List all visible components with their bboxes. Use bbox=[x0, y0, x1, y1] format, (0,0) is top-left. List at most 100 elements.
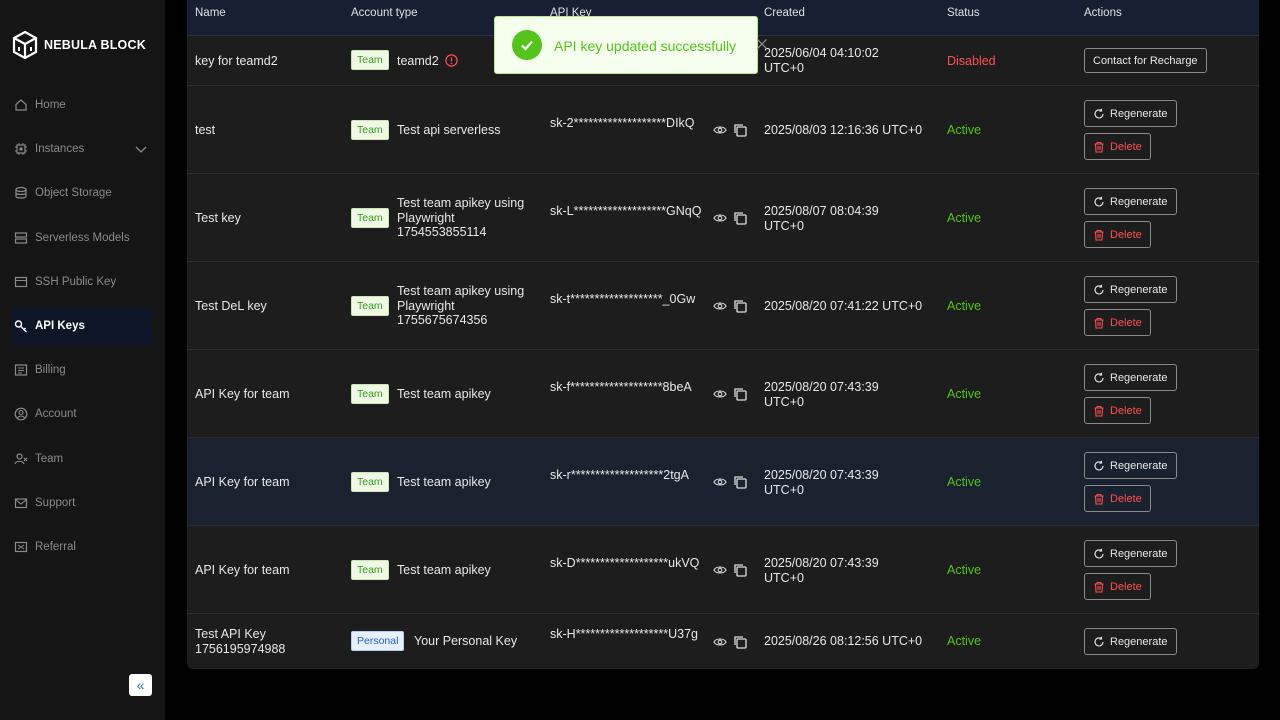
copy-icon[interactable] bbox=[733, 387, 747, 401]
sidebar-nav: Home Instances Object Storage Serverless… bbox=[11, 86, 152, 572]
regenerate-label: Regenerate bbox=[1110, 547, 1168, 560]
trash-icon bbox=[1094, 493, 1104, 505]
refresh-icon bbox=[1094, 636, 1104, 646]
eye-icon[interactable] bbox=[713, 124, 727, 136]
regenerate-button[interactable]: Regenerate bbox=[1084, 628, 1177, 655]
copy-icon[interactable] bbox=[733, 475, 747, 489]
column-header-account-type[interactable]: Account type bbox=[351, 7, 417, 19]
status-badge: Active bbox=[947, 123, 982, 137]
chip-icon bbox=[14, 142, 28, 156]
sidebar-item-label: API Keys bbox=[35, 319, 85, 332]
masked-api-key: sk-L*******************GNqQ bbox=[550, 204, 702, 218]
delete-button[interactable]: Delete bbox=[1084, 485, 1151, 512]
account-type-badge: Team bbox=[351, 120, 389, 140]
column-header-name[interactable]: Name bbox=[195, 7, 226, 19]
regenerate-button[interactable]: Regenerate bbox=[1084, 540, 1177, 567]
sidebar-item-billing[interactable]: Billing bbox=[11, 351, 152, 389]
account-name: Test api serverless bbox=[397, 123, 501, 137]
regenerate-button[interactable]: Regenerate bbox=[1084, 100, 1177, 127]
delete-button[interactable]: Delete bbox=[1084, 573, 1151, 600]
database-icon bbox=[14, 186, 28, 200]
refresh-icon bbox=[1094, 548, 1104, 558]
key-name: test bbox=[195, 123, 216, 137]
copy-icon[interactable] bbox=[733, 299, 747, 313]
sidebar-item-label: Home bbox=[35, 99, 66, 111]
delete-label: Delete bbox=[1110, 140, 1142, 153]
masked-api-key: sk-f*******************8beA bbox=[550, 380, 692, 394]
delete-label: Delete bbox=[1110, 228, 1142, 241]
account-type-badge: Team bbox=[351, 560, 389, 580]
account-name: Test team apikey using Playwright 175567… bbox=[397, 284, 525, 327]
chevron-down-icon[interactable] bbox=[135, 144, 147, 154]
delete-button[interactable]: Delete bbox=[1084, 221, 1151, 248]
account-type-badge: Team bbox=[351, 296, 389, 316]
sidebar-item-support[interactable]: Support bbox=[11, 484, 152, 522]
sidebar-item-ssh-public-key[interactable]: SSH Public Key bbox=[11, 263, 152, 301]
eye-icon[interactable] bbox=[713, 388, 727, 400]
regenerate-label: Regenerate bbox=[1110, 371, 1168, 384]
created-date: 2025/08/20 07:43:39 UTC+0 bbox=[764, 380, 879, 409]
masked-api-key: sk-H*******************U37g bbox=[550, 627, 698, 641]
regenerate-button[interactable]: Regenerate bbox=[1084, 364, 1177, 391]
sidebar-item-team[interactable]: Team bbox=[11, 440, 152, 478]
key-icon bbox=[14, 319, 28, 333]
column-header-actions[interactable]: Actions bbox=[1084, 7, 1122, 19]
sidebar-item-label: Billing bbox=[35, 364, 66, 377]
table-row: API Key for team Team Test team apikey s… bbox=[187, 350, 1259, 438]
masked-api-key: sk-t*******************_0Gw bbox=[550, 292, 696, 306]
key-name: Test DeL key bbox=[195, 299, 267, 313]
copy-icon[interactable] bbox=[733, 635, 747, 649]
sidebar-item-label: Team bbox=[35, 452, 64, 465]
status-badge: Active bbox=[947, 387, 982, 401]
status-badge: Active bbox=[947, 211, 982, 225]
regenerate-button[interactable]: Regenerate bbox=[1084, 276, 1177, 303]
eye-icon[interactable] bbox=[713, 636, 727, 648]
regenerate-button[interactable]: Regenerate bbox=[1084, 452, 1177, 479]
copy-icon[interactable] bbox=[733, 211, 747, 225]
masked-api-key: sk-r*******************2tgA bbox=[550, 468, 689, 482]
contact-for-recharge-button[interactable]: Contact for Recharge bbox=[1084, 48, 1207, 73]
created-date: 2025/08/20 07:43:39 UTC+0 bbox=[764, 556, 879, 585]
delete-label: Delete bbox=[1110, 580, 1142, 593]
sidebar-item-home[interactable]: Home bbox=[11, 86, 152, 124]
billing-icon bbox=[14, 363, 28, 377]
eye-icon[interactable] bbox=[713, 476, 727, 488]
delete-button[interactable]: Delete bbox=[1084, 133, 1151, 160]
sidebar-item-instances[interactable]: Instances bbox=[11, 130, 152, 168]
account-type-badge: Personal bbox=[351, 631, 405, 651]
copy-icon[interactable] bbox=[733, 123, 747, 137]
delete-button[interactable]: Delete bbox=[1084, 309, 1151, 336]
close-icon[interactable] bbox=[756, 38, 768, 50]
eye-icon[interactable] bbox=[713, 212, 727, 224]
table-row: Test DeL key Team Test team apikey using… bbox=[187, 262, 1259, 350]
collapse-sidebar-button[interactable]: « bbox=[129, 674, 152, 696]
status-badge: Active bbox=[947, 475, 982, 489]
sidebar-item-label: Account bbox=[35, 408, 77, 421]
eye-icon[interactable] bbox=[713, 564, 727, 576]
regenerate-button[interactable]: Regenerate bbox=[1084, 188, 1177, 215]
sidebar-item-account[interactable]: Account bbox=[11, 395, 152, 433]
account-type-badge: Team bbox=[351, 50, 389, 70]
created-date: 2025/06/04 04:10:02 UTC+0 bbox=[764, 46, 879, 75]
delete-label: Delete bbox=[1110, 404, 1142, 417]
column-header-created[interactable]: Created bbox=[764, 7, 805, 19]
sidebar-item-api-keys[interactable]: API Keys bbox=[11, 306, 152, 345]
warning-icon[interactable] bbox=[445, 54, 458, 67]
key-name: API Key for team bbox=[195, 387, 290, 401]
sidebar-item-serverless-models[interactable]: Serverless Models bbox=[11, 219, 152, 257]
column-header-status[interactable]: Status bbox=[947, 7, 980, 19]
copy-icon[interactable] bbox=[733, 563, 747, 577]
key-name: API Key for team bbox=[195, 475, 290, 489]
key-name: key for teamd2 bbox=[195, 54, 278, 68]
sidebar-item-label: Object Storage bbox=[35, 187, 112, 200]
regenerate-label: Regenerate bbox=[1110, 459, 1168, 472]
refresh-icon bbox=[1094, 196, 1104, 206]
eye-icon[interactable] bbox=[713, 300, 727, 312]
table-row: Test key Team Test team apikey using Pla… bbox=[187, 174, 1259, 262]
delete-button[interactable]: Delete bbox=[1084, 397, 1151, 424]
brand-logo[interactable]: NEBULA BLOCK bbox=[12, 30, 146, 60]
brand-name: NEBULA BLOCK bbox=[44, 38, 146, 52]
account-name: Test team apikey bbox=[397, 563, 491, 577]
sidebar-item-referral[interactable]: Referral bbox=[11, 528, 152, 566]
sidebar-item-object-storage[interactable]: Object Storage bbox=[11, 174, 152, 212]
